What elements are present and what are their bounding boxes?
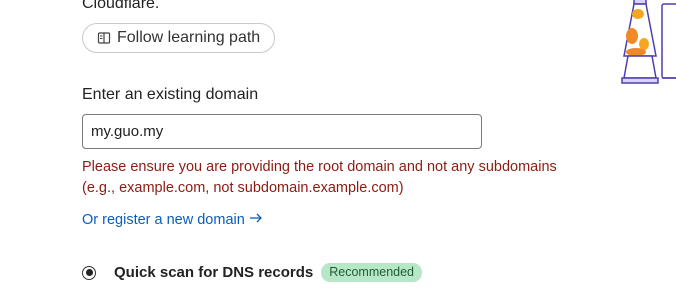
register-new-domain-link[interactable]: Or register a new domain bbox=[82, 212, 263, 228]
domain-error-message: Please ensure you are providing the root… bbox=[82, 157, 622, 199]
arrow-right-icon bbox=[249, 212, 263, 228]
follow-learning-path-label: Follow learning path bbox=[117, 29, 261, 46]
lava-lamp-illustration bbox=[616, 0, 676, 85]
recommended-badge: Recommended bbox=[321, 263, 422, 282]
follow-learning-path-button[interactable]: Follow learning path bbox=[82, 23, 276, 53]
quick-scan-option[interactable]: Quick scan for DNS records Recommended bbox=[82, 263, 422, 282]
book-icon bbox=[97, 31, 111, 45]
quick-scan-label: Quick scan for DNS records bbox=[114, 264, 314, 281]
register-link-label: Or register a new domain bbox=[82, 212, 245, 228]
domain-input[interactable] bbox=[82, 114, 482, 149]
radio-selected-dot bbox=[85, 269, 93, 276]
error-line-2: (e.g., example.com, not subdomain.exampl… bbox=[82, 180, 404, 196]
intro-text: Cloudflare. bbox=[82, 0, 160, 12]
domain-field-label: Enter an existing domain bbox=[82, 86, 259, 103]
quick-scan-radio[interactable] bbox=[82, 265, 96, 280]
onboarding-page: Cloudflare. Follow learning path Enter a… bbox=[0, 0, 676, 288]
error-line-1: Please ensure you are providing the root… bbox=[82, 159, 557, 175]
